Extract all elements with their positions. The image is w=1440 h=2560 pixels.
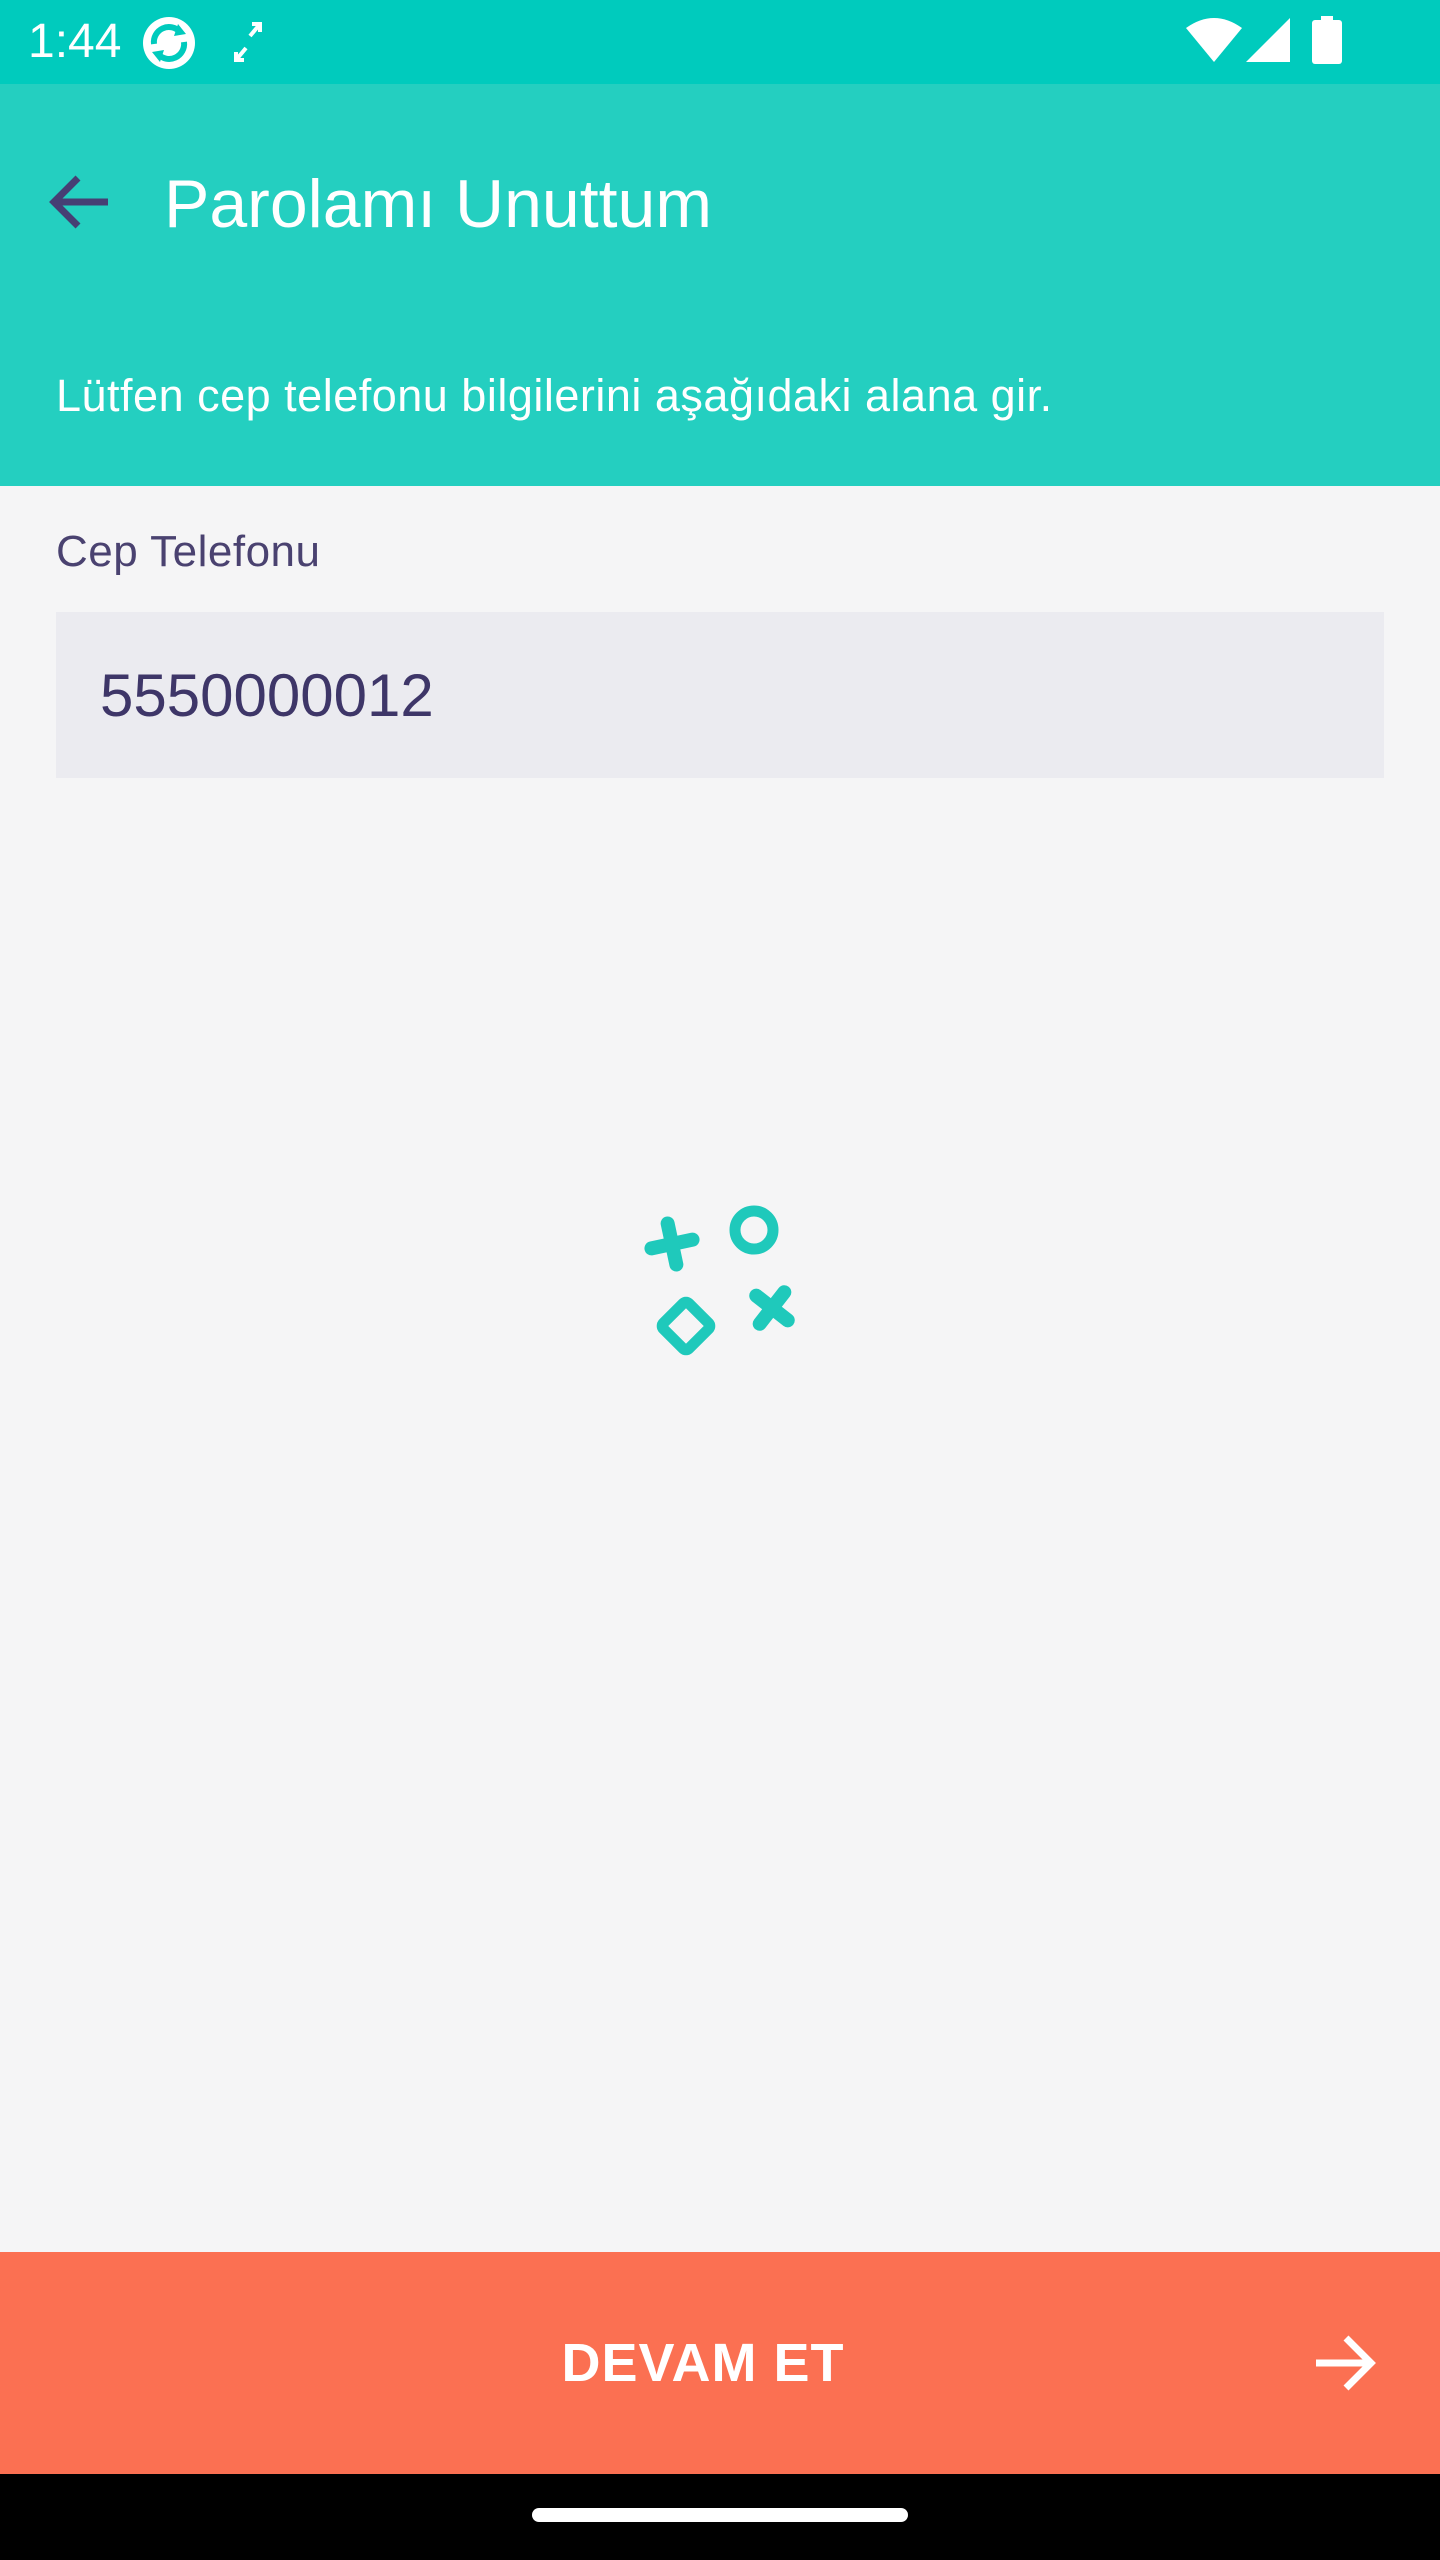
cellular-signal-icon: [1246, 18, 1290, 67]
status-bar: 1:44: [0, 0, 1440, 84]
navigation-bar: [0, 2474, 1440, 2560]
instruction-text: Lütfen cep telefonu bilgilerini aşağıdak…: [56, 370, 1053, 421]
forgot-password-screen: 1:44 Parolamı Unuttum Lütfen cep telefon…: [0, 0, 1440, 2560]
phone-input[interactable]: [56, 612, 1384, 778]
continue-button[interactable]: DEVAM ET: [0, 2252, 1440, 2474]
loading-indicator: [636, 1196, 806, 1360]
wifi-icon: [1186, 18, 1242, 69]
status-time: 1:44: [28, 15, 122, 68]
arrow-right-icon: [1310, 2328, 1380, 2398]
home-gesture-handle[interactable]: [532, 2508, 908, 2522]
loading-shapes-icon: [636, 1205, 806, 1364]
back-button[interactable]: [30, 154, 130, 254]
page-title: Parolamı Unuttum: [164, 166, 712, 242]
fullscreen-arrows-icon: [232, 20, 264, 69]
continue-button-label: DEVAM ET: [561, 2333, 845, 2393]
arrow-left-icon: [48, 174, 112, 235]
sync-app-icon: [140, 14, 198, 77]
app-bar: Parolamı Unuttum Lütfen cep telefonu bil…: [0, 84, 1440, 486]
battery-icon: [1312, 16, 1342, 69]
phone-field-label: Cep Telefonu: [56, 527, 321, 576]
